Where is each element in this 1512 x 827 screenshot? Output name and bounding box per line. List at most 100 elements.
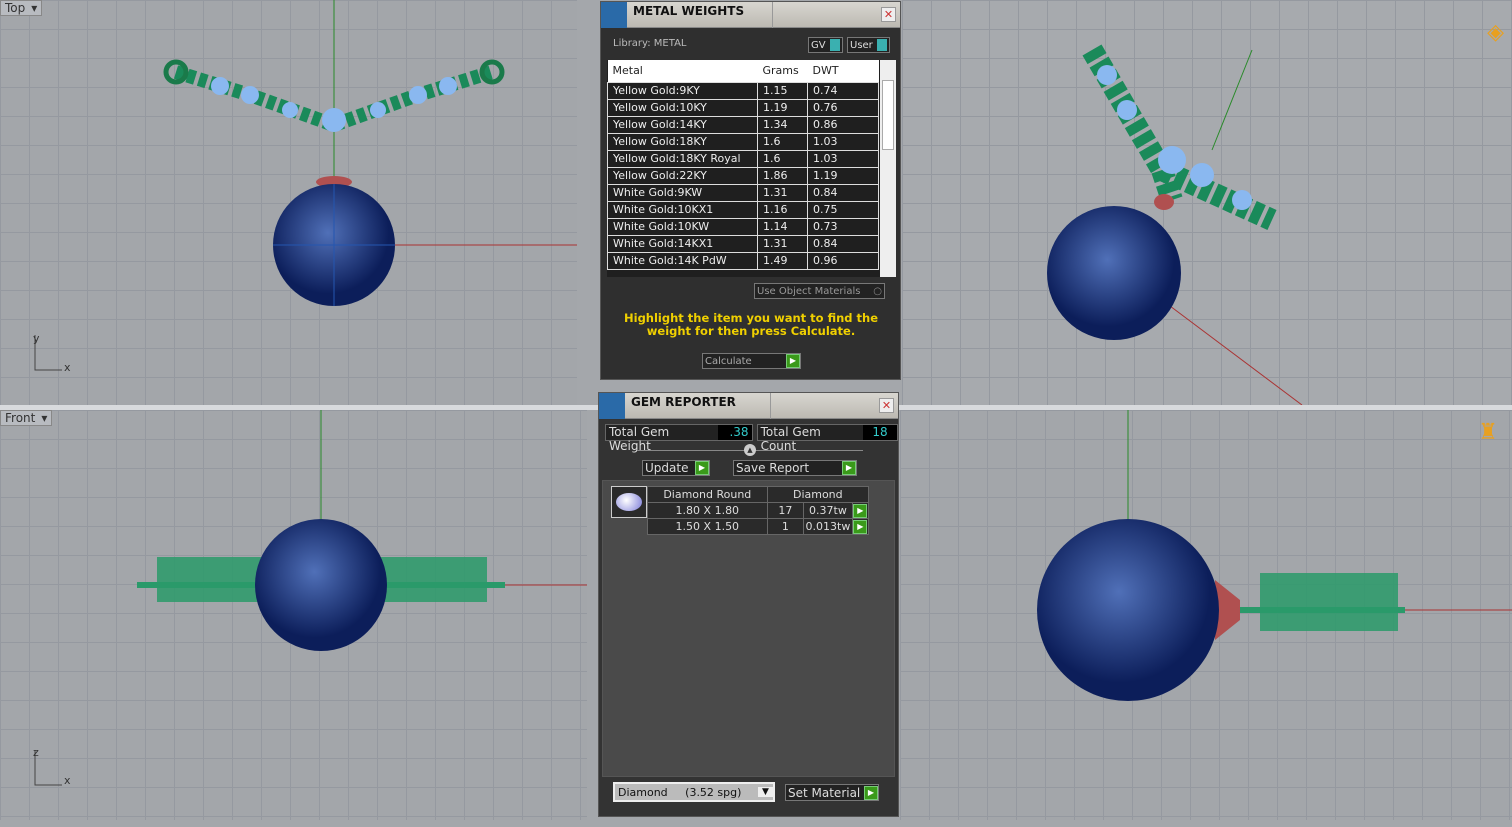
set-material-label: Set Material [788, 785, 861, 800]
axis-z-label: z [33, 746, 39, 759]
gem-weight: 0.37tw [803, 502, 853, 519]
metal-row[interactable]: Yellow Gold:14KY 1.34 0.86 [607, 115, 879, 134]
user-label: User [850, 39, 873, 51]
instruction-text: Highlight the item you want to find the … [624, 311, 878, 338]
metal-row[interactable]: Yellow Gold:10KY 1.19 0.76 [607, 98, 879, 117]
metal-name: White Gold:10KX1 [607, 200, 758, 219]
material-select-value: Diamond (3.52 spg) [618, 785, 742, 799]
calculate-label: Calculate [705, 355, 752, 367]
gem-shape-header: Diamond Round [647, 486, 768, 503]
perspective-view-model [1047, 44, 1303, 405]
use-object-materials-toggle[interactable]: Use Object Materials ○ [754, 283, 885, 299]
rotate-view-icon[interactable]: ◈ [1487, 20, 1504, 45]
axis-y-label: y [33, 332, 40, 345]
axis-x-label: x [64, 774, 71, 787]
metal-dwt: 0.84 [807, 183, 879, 202]
metal-dwt: 0.75 [807, 200, 879, 219]
total-gem-weight: Total Gem Weight .38 [605, 424, 753, 453]
metal-grams: 1.6 [757, 132, 808, 151]
save-report-button[interactable]: Save Report ▶ [733, 460, 857, 476]
play-arrow-icon[interactable]: ▶ [853, 520, 868, 534]
total-gem-weight-label: Total Gem Weight [609, 425, 670, 453]
library-label: Library: METAL [613, 38, 687, 49]
metal-grams: 1.6 [757, 149, 808, 168]
metal-name: Yellow Gold:18KY [607, 132, 758, 151]
metal-row[interactable]: Yellow Gold:9KY 1.15 0.74 [607, 81, 879, 100]
gem-list[interactable]: Diamond Round Diamond 1.80 X 1.80 17 0.37tw… [602, 480, 895, 777]
metal-weights-panel: METAL WEIGHTS ✕ Library: METAL GV User M… [600, 1, 901, 380]
metal-dwt: 0.96 [807, 251, 879, 270]
play-arrow-icon: ▶ [842, 461, 856, 475]
metal-dwt: 0.86 [807, 115, 879, 134]
metal-name: Yellow Gold:22KY [607, 166, 758, 185]
viewport-label-front[interactable]: Front ▾ [0, 410, 53, 426]
metal-name: White Gold:9KW [607, 183, 758, 202]
total-gem-count-value: 18 [863, 425, 897, 440]
metal-dwt: 1.03 [807, 132, 879, 151]
viewport-top[interactable]: Top ▾ y x [0, 0, 577, 405]
metal-grams: 1.86 [757, 166, 808, 185]
metal-grams: 1.31 [757, 234, 808, 253]
diamond-round-icon [611, 486, 647, 518]
metal-row[interactable]: Yellow Gold:18KY 1.6 1.03 [607, 132, 879, 151]
chevron-down-icon[interactable]: ▾ [41, 411, 47, 425]
scrollbar-thumb[interactable] [882, 80, 894, 150]
collapse-icon[interactable]: ▲ [744, 444, 756, 456]
metal-grams: 1.15 [757, 81, 808, 100]
total-gem-count-label: Total Gem Count [760, 425, 821, 453]
viewport-right[interactable]: ♜ [900, 410, 1512, 820]
metal-row[interactable]: White Gold:9KW 1.31 0.84 [607, 183, 879, 202]
metal-row[interactable]: Yellow Gold:18KY Royal 1.6 1.03 [607, 149, 879, 168]
metal-dwt: 0.76 [807, 98, 879, 117]
metal-table[interactable]: Metal Grams DWT Yellow Gold:9KY 1.15 0.74 Y… [607, 60, 896, 277]
play-arrow-icon: ▶ [695, 461, 709, 475]
material-select[interactable]: Diamond (3.52 spg) ▼ [613, 782, 775, 802]
report-icon [599, 393, 625, 419]
gem-row[interactable]: 1.80 X 1.80 17 0.37tw ▶ [647, 502, 870, 519]
metal-name: Yellow Gold:18KY Royal [607, 149, 758, 168]
gem-weight: 0.013tw [803, 518, 853, 535]
viewport-perspective[interactable]: ◈ [902, 0, 1512, 405]
set-material-button[interactable]: Set Material ▶ [785, 784, 879, 801]
user-toggle[interactable]: User [847, 37, 890, 53]
play-arrow-icon[interactable]: ▶ [853, 504, 868, 518]
close-button[interactable]: ✕ [879, 398, 894, 413]
close-button[interactable]: ✕ [881, 7, 896, 22]
gem-size: 1.50 X 1.50 [647, 518, 768, 535]
column-header-metal[interactable]: Metal [607, 60, 758, 82]
scrollbar[interactable] [880, 60, 896, 277]
metal-row[interactable]: White Gold:14KX1 1.31 0.84 [607, 234, 879, 253]
pen-tool-icon[interactable]: ♜ [1478, 420, 1498, 445]
metal-row[interactable]: White Gold:10KX1 1.16 0.75 [607, 200, 879, 219]
axis-x-label: x [64, 361, 71, 374]
gv-toggle[interactable]: GV [808, 37, 843, 53]
metal-row[interactable]: White Gold:10KW 1.14 0.73 [607, 217, 879, 236]
panel-title: METAL WEIGHTS [627, 2, 773, 28]
panel-title: GEM REPORTER [625, 393, 771, 419]
metal-name: Yellow Gold:14KY [607, 115, 758, 134]
gem-count: 17 [766, 502, 805, 519]
viewport-front[interactable]: Front ▾ z x [0, 410, 587, 820]
metal-grams: 1.49 [757, 251, 808, 270]
viewport-label-top[interactable]: Top ▾ [0, 0, 43, 16]
metal-dwt: 1.19 [807, 166, 879, 185]
metal-row[interactable]: White Gold:14K PdW 1.49 0.96 [607, 251, 879, 270]
panel-titlebar[interactable]: GEM REPORTER ✕ [599, 393, 898, 419]
radio-icon: ○ [873, 285, 882, 297]
panel-titlebar[interactable]: METAL WEIGHTS ✕ [601, 2, 900, 28]
metal-row[interactable]: Yellow Gold:22KY 1.86 1.19 [607, 166, 879, 185]
play-arrow-icon: ▶ [864, 785, 878, 800]
column-header-dwt[interactable]: DWT [807, 60, 879, 82]
calculate-button[interactable]: Calculate ▶ [702, 353, 801, 369]
metal-dwt: 1.03 [807, 149, 879, 168]
total-gem-count: Total Gem Count 18 [756, 424, 898, 453]
chevron-down-icon[interactable]: ▼ [758, 787, 773, 797]
chevron-down-icon[interactable]: ▾ [31, 1, 37, 15]
front-view-model [34, 410, 587, 786]
update-button[interactable]: Update ▶ [642, 460, 710, 476]
metal-name: Yellow Gold:9KY [607, 81, 758, 100]
gem-material-header: Diamond [766, 486, 870, 503]
metal-grams: 1.19 [757, 98, 808, 117]
column-header-grams[interactable]: Grams [757, 60, 808, 82]
gem-row[interactable]: 1.50 X 1.50 1 0.013tw ▶ [647, 518, 870, 535]
